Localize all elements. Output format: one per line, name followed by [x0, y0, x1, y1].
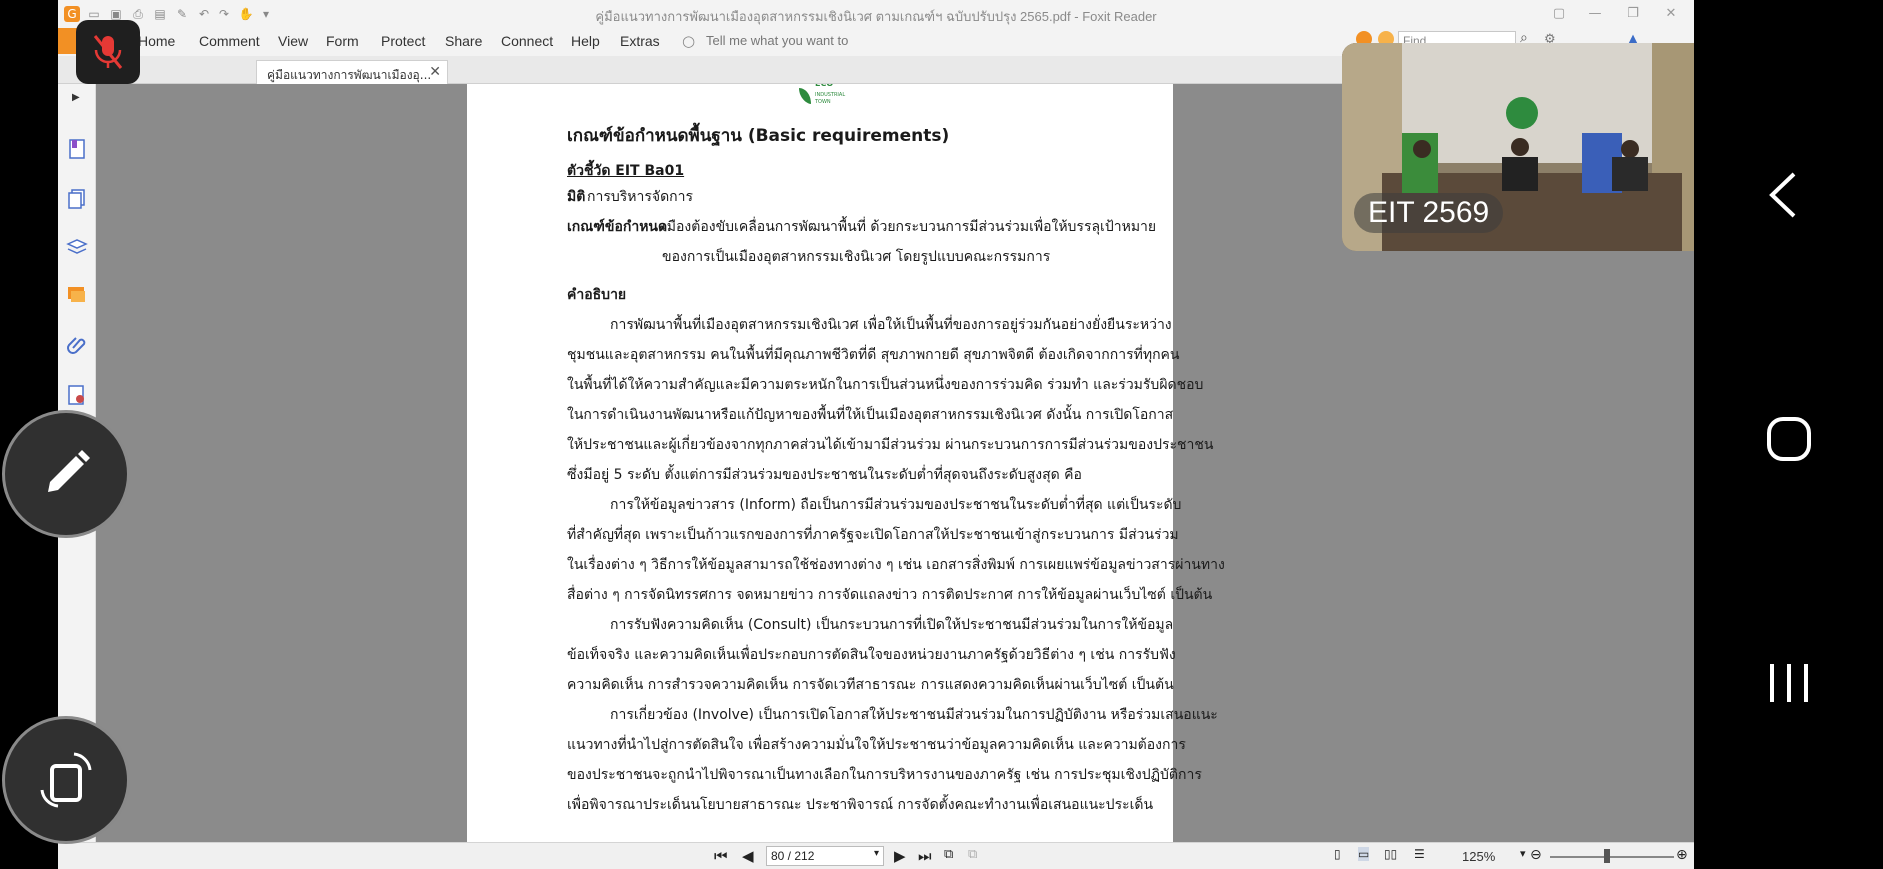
page-number-input[interactable]: 80 / 212 ▾ [766, 846, 884, 866]
svg-text:TOWN: TOWN [814, 99, 831, 105]
bookmarks-icon[interactable] [66, 138, 88, 160]
next-view-icon[interactable]: ⧉ [968, 847, 977, 862]
svg-text:INDUSTRIAL: INDUSTRIAL [815, 92, 845, 98]
microphone-off-icon [93, 35, 123, 69]
signature-icon[interactable] [66, 384, 88, 406]
body-line: สื่อต่าง ๆ การจัดนิทรรศการ จดหมายข่าว กา… [567, 587, 1213, 603]
screen: G ▭ ▣ ⎙ ▤ ✎ ↶ ↷ ✋ ▾ คู่มือแนวทางการพัฒนา… [0, 0, 1883, 869]
menu-home[interactable]: Home [138, 33, 175, 49]
explanation-label: คำอธิบาย [567, 287, 627, 303]
rotate-icon [40, 752, 92, 808]
previous-page-icon[interactable]: ◀ [742, 847, 754, 865]
microphone-muted-button[interactable] [76, 20, 140, 84]
body-line: ข้อเท็จจริง และความคิดเห็นเพื่อประกอบการ… [567, 647, 1176, 663]
next-page-icon[interactable]: ▶ [894, 847, 906, 865]
title-bar: G ▭ ▣ ⎙ ▤ ✎ ↶ ↷ ✋ ▾ คู่มือแนวทางการพัฒนา… [58, 0, 1694, 28]
restore-ribbon-icon[interactable]: ▢ [1546, 3, 1572, 23]
close-tab-icon[interactable]: ✕ [429, 64, 441, 80]
eco-industrial-town-logo: ECO INDUSTRIAL TOWN [799, 84, 845, 105]
home-icon[interactable] [1764, 414, 1814, 464]
continuous-page-icon[interactable]: ▭ [1358, 847, 1370, 861]
comments-icon[interactable] [66, 284, 88, 306]
pages-icon[interactable] [66, 188, 88, 210]
body-line: ของประชาชนจะถูกนำไปพิจารณาเป็นทางเลือกใน… [567, 767, 1202, 783]
body-line: การรับฟังความคิดเห็น (Consult) เป็นกระบว… [610, 617, 1174, 633]
body-line: เพื่อพิจารณาประเด็นนโยบายสาธารณะ ประชาพิ… [567, 797, 1154, 813]
window-title: คู่มือแนวทางการพัฒนาเมืองอุตสาหกรรมเชิงน… [595, 9, 1157, 24]
menu-help[interactable]: Help [571, 33, 600, 49]
zoom-level[interactable]: 125% [1462, 849, 1495, 864]
pencil-icon [48, 450, 90, 492]
recents-icon[interactable] [1764, 660, 1814, 706]
close-window-button[interactable]: ✕ [1658, 3, 1684, 23]
body-line: ในพื้นที่ได้ให้ความสำคัญและมีความตระหนัก… [567, 377, 1204, 393]
participant-video-tile[interactable]: EIT 2569 [1342, 43, 1709, 251]
expand-panel-icon[interactable]: ▶ [72, 92, 80, 103]
body-line: ในเรื่องต่าง ๆ วิธีการให้ข้อมูลสามารถใช้… [567, 557, 1225, 573]
criteria-label: เกณฑ์ข้อกำหนด [567, 219, 668, 235]
single-page-icon[interactable]: ▯ [1334, 847, 1341, 861]
menu-view[interactable]: View [278, 33, 308, 49]
body-line: ให้ประชาชนและผู้เกี่ยวข้องจากทุกภาคส่วนไ… [567, 437, 1214, 453]
maximize-button[interactable]: ❐ [1620, 3, 1646, 23]
last-page-icon[interactable]: ⏭ [918, 847, 932, 865]
tab-document[interactable]: คู่มือแนวทางการพัฒนาเมืองอุ... ✕ [256, 60, 448, 85]
body-line: การให้ข้อมูลข่าวสาร (Inform) ถือเป็นการม… [610, 497, 1182, 513]
chevron-down-icon: ▾ [873, 848, 879, 859]
menu-protect[interactable]: Protect [381, 33, 425, 49]
menu-share[interactable]: Share [445, 33, 482, 49]
dimension-value: การบริหารจัดการ [587, 189, 694, 205]
body-line: แนวทางที่นำไปสู่การตัดสินใจ เพื่อสร้างคว… [567, 737, 1186, 753]
body-line: ชุมชนและอุตสาหกรรม คนในพื้นที่มีคุณภาพชี… [567, 347, 1180, 363]
attachment-icon[interactable] [66, 334, 88, 356]
svg-text:ECO: ECO [815, 84, 833, 88]
first-page-icon[interactable]: ⏮ [714, 847, 728, 865]
criteria-line: ของการเป็นเมืองอุตสาหกรรมเชิงนิเวศ โดยรู… [662, 249, 1051, 265]
zoom-dropdown-icon[interactable]: ▾ [1520, 847, 1526, 860]
body-line: ซึ่งมีอยู่ 5 ระดับ ตั้งแต่การมีส่วนร่วมข… [567, 467, 1082, 483]
annotate-button[interactable] [2, 410, 130, 538]
facing-page-icon[interactable]: ▯▯ [1384, 847, 1397, 861]
continuous-facing-icon[interactable]: ☰ [1414, 847, 1425, 861]
status-bar: ⏮ ◀ 80 / 212 ▾ ▶ ⏭ ⧉ ⧉ ▯ ▭ ▯▯ ☰ 125% ▾ ⊖… [58, 842, 1694, 869]
video-label: EIT 2569 [1354, 193, 1504, 233]
menu-extras[interactable]: Extras [620, 33, 660, 49]
back-icon[interactable] [1764, 170, 1804, 220]
dimension-label: มิติ [567, 189, 586, 205]
body-line: ที่สำคัญที่สุด เพราะเป็นก้าวแรกของการที่… [567, 527, 1179, 543]
page-number: 80 / 212 [771, 849, 815, 863]
menu-form[interactable]: Form [326, 33, 359, 49]
layers-icon[interactable] [66, 236, 88, 258]
android-navigation-bar [1694, 0, 1883, 869]
body-line: ในการดำเนินงานพัฒนาหรือแก้ปัญหาของพื้นที… [567, 407, 1174, 423]
zoom-slider-thumb[interactable] [1604, 849, 1610, 863]
body-line: การพัฒนาพื้นที่เมืองอุตสาหกรรมเชิงนิเวศ … [610, 317, 1172, 333]
file-tab[interactable] [58, 28, 78, 54]
minimize-button[interactable]: — [1582, 3, 1608, 23]
section-heading: เกณฑ์ข้อกำหนดพื้นฐาน (Basic requirements… [567, 126, 950, 146]
tell-me-box[interactable]: Tell me what you want to [706, 33, 848, 48]
menu-comment[interactable]: Comment [199, 33, 260, 49]
tab-label: คู่มือแนวทางการพัฒนาเมืองอุ... [267, 68, 432, 82]
previous-view-icon[interactable]: ⧉ [944, 847, 953, 862]
body-line: การเกี่ยวข้อง (Involve) เป็นการเปิดโอกาส… [610, 707, 1218, 723]
rotate-screen-button[interactable] [2, 716, 130, 844]
zoom-out-icon[interactable]: ⊖ [1530, 847, 1542, 863]
criteria-line: เมืองต้องขับเคลื่อนการพัฒนาพื้นที่ ด้วยก… [662, 219, 1157, 235]
body-line: ความคิดเห็น การสำรวจความคิดเห็น การจัดเว… [567, 677, 1174, 693]
pdf-page: ECO INDUSTRIAL TOWN เกณฑ์ข้อกำหนดพื้นฐาน… [467, 84, 1225, 842]
indicator-id: ตัวชี้วัด EIT Ba01 [567, 163, 685, 179]
menu-connect[interactable]: Connect [501, 33, 553, 49]
zoom-slider[interactable] [1550, 856, 1674, 858]
lightbulb-icon: ○ [682, 32, 696, 50]
zoom-in-icon[interactable]: ⊕ [1676, 847, 1688, 863]
